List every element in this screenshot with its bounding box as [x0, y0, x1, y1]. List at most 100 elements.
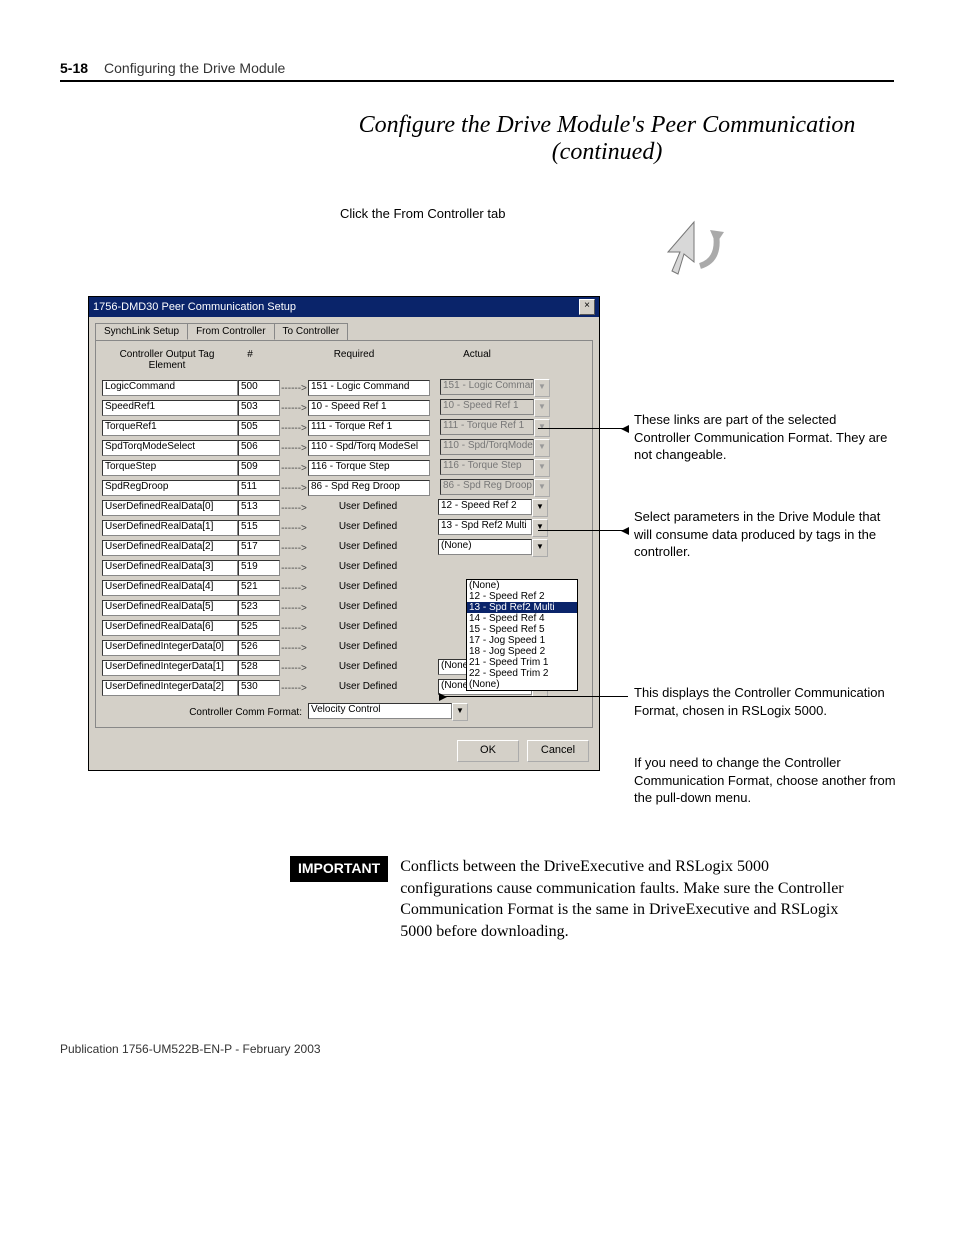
- tag-field: TorqueStep: [102, 460, 238, 476]
- chevron-down-icon: ▼: [534, 399, 550, 417]
- chevron-down-icon[interactable]: ▼: [452, 703, 468, 721]
- chevron-down-icon[interactable]: ▼: [532, 539, 548, 557]
- tag-field: UserDefinedIntegerData[1]: [102, 660, 238, 676]
- arrow-icon: ------>: [280, 643, 308, 654]
- dropdown-option[interactable]: 18 - Jog Speed 2: [467, 646, 577, 657]
- dropdown-option[interactable]: 14 - Speed Ref 4: [467, 613, 577, 624]
- cursor-illustration: [664, 216, 734, 296]
- important-block: IMPORTANT Conflicts between the DriveExe…: [290, 856, 860, 942]
- tab-to-controller[interactable]: To Controller: [274, 323, 349, 340]
- tab-from-controller[interactable]: From Controller: [187, 323, 274, 340]
- tag-field: LogicCommand: [102, 380, 238, 396]
- tag-field: UserDefinedRealData[3]: [102, 560, 238, 576]
- param-row: TorqueStep509------>116 - Torque Step116…: [102, 459, 586, 477]
- arrow-icon: ------>: [280, 603, 308, 614]
- param-row: UserDefinedRealData[1]515------>User Def…: [102, 519, 586, 537]
- arrow-icon: ------>: [280, 483, 308, 494]
- actual-select: 116 - Torque Step: [440, 459, 534, 475]
- actual-select: 111 - Torque Ref 1: [440, 419, 534, 435]
- required-field: User Defined: [308, 561, 428, 575]
- arrow-icon: ------>: [280, 503, 308, 514]
- arrow-icon: ------>: [280, 423, 308, 434]
- num-field: 528: [238, 660, 280, 676]
- tag-field: UserDefinedIntegerData[2]: [102, 680, 238, 696]
- tag-field: UserDefinedRealData[0]: [102, 500, 238, 516]
- important-text: Conflicts between the DriveExecutive and…: [400, 856, 860, 942]
- actual-select: 151 - Logic Command: [440, 379, 534, 395]
- actual-select: 110 - Spd/TorqModeSe: [440, 439, 534, 455]
- required-field: User Defined: [308, 601, 428, 615]
- required-field: 116 - Torque Step: [308, 460, 430, 476]
- arrow-icon: ------>: [280, 663, 308, 674]
- arrow-icon: ------>: [280, 583, 308, 594]
- annotation-locked-links: These links are part of the selected Con…: [634, 411, 894, 464]
- important-label: IMPORTANT: [290, 856, 388, 882]
- cancel-button[interactable]: Cancel: [527, 740, 589, 762]
- param-row: TorqueRef1505------>111 - Torque Ref 111…: [102, 419, 586, 437]
- param-row: UserDefinedRealData[2]517------>User Def…: [102, 539, 586, 557]
- required-field: User Defined: [308, 681, 428, 695]
- col-required: Required: [296, 349, 412, 371]
- arrow-icon: ------>: [280, 683, 308, 694]
- required-field: User Defined: [308, 581, 428, 595]
- param-row: SpdRegDroop511------>86 - Spd Reg Droop8…: [102, 479, 586, 497]
- dropdown-option[interactable]: 13 - Spd Ref2 Multi: [467, 602, 577, 613]
- annotation-ccf-change: If you need to change the Controller Com…: [634, 754, 914, 807]
- actual-select[interactable]: (None): [438, 539, 532, 555]
- num-field: 525: [238, 620, 280, 636]
- dropdown-option[interactable]: (None): [467, 580, 577, 591]
- dropdown-option[interactable]: (None): [467, 679, 577, 690]
- param-row: SpeedRef1503------>10 - Speed Ref 110 - …: [102, 399, 586, 417]
- required-field: User Defined: [308, 641, 428, 655]
- param-row: LogicCommand500------>151 - Logic Comman…: [102, 379, 586, 397]
- num-field: 500: [238, 380, 280, 396]
- required-field: User Defined: [308, 661, 428, 675]
- chapter-title: Configuring the Drive Module: [104, 60, 285, 76]
- tab-strip: SynchLink Setup From Controller To Contr…: [95, 323, 593, 340]
- arrow-icon: ------>: [280, 543, 308, 554]
- col-actual: Actual: [422, 349, 532, 371]
- actual-select[interactable]: 13 - Spd Ref2 Multi: [438, 519, 532, 535]
- arrow-icon: ------>: [280, 563, 308, 574]
- tag-field: SpdTorqModeSelect: [102, 440, 238, 456]
- num-field: 505: [238, 420, 280, 436]
- param-row: UserDefinedRealData[3]519------>User Def…: [102, 559, 586, 577]
- figure-area: Click the From Controller tab 1756-DMD30…: [60, 206, 894, 826]
- col-num: #: [232, 349, 268, 371]
- dialog-title: 1756-DMD30 Peer Communication Setup: [93, 301, 296, 313]
- tag-field: UserDefinedRealData[4]: [102, 580, 238, 596]
- dropdown-option[interactable]: 17 - Jog Speed 1: [467, 635, 577, 646]
- actual-select: 10 - Speed Ref 1: [440, 399, 534, 415]
- dropdown-option[interactable]: 22 - Speed Trim 2: [467, 668, 577, 679]
- actual-dropdown-list[interactable]: (None)12 - Speed Ref 213 - Spd Ref2 Mult…: [466, 579, 578, 691]
- tag-field: UserDefinedRealData[2]: [102, 540, 238, 556]
- dropdown-option[interactable]: 12 - Speed Ref 2: [467, 591, 577, 602]
- page-number: 5-18: [60, 60, 88, 76]
- tag-field: SpeedRef1: [102, 400, 238, 416]
- arrow-icon: ------>: [280, 623, 308, 634]
- dropdown-option[interactable]: 15 - Speed Ref 5: [467, 624, 577, 635]
- callout-tab: Click the From Controller tab: [340, 206, 505, 223]
- num-field: 511: [238, 480, 280, 496]
- ccf-select[interactable]: Velocity Control: [308, 703, 452, 719]
- tag-field: SpdRegDroop: [102, 480, 238, 496]
- tab-synchlink[interactable]: SynchLink Setup: [95, 323, 188, 340]
- chevron-down-icon[interactable]: ▼: [532, 499, 548, 517]
- close-icon[interactable]: ×: [579, 299, 595, 315]
- required-field: 110 - Spd/Torq ModeSel: [308, 440, 430, 456]
- actual-select[interactable]: 12 - Speed Ref 2: [438, 499, 532, 515]
- publication-footer: Publication 1756-UM522B-EN-P - February …: [60, 1042, 894, 1056]
- num-field: 509: [238, 460, 280, 476]
- required-field: User Defined: [308, 541, 428, 555]
- actual-select: 86 - Spd Reg Droop: [440, 479, 534, 495]
- chevron-down-icon: ▼: [534, 439, 550, 457]
- annotation-ccf-display: This displays the Controller Communicati…: [634, 684, 904, 719]
- dropdown-option[interactable]: 21 - Speed Trim 1: [467, 657, 577, 668]
- ok-button[interactable]: OK: [457, 740, 519, 762]
- peer-comm-dialog: 1756-DMD30 Peer Communication Setup × Sy…: [88, 296, 600, 771]
- param-row: SpdTorqModeSelect506------>110 - Spd/Tor…: [102, 439, 586, 457]
- num-field: 517: [238, 540, 280, 556]
- arrow-icon: ------>: [280, 403, 308, 414]
- num-field: 519: [238, 560, 280, 576]
- chevron-down-icon[interactable]: ▼: [532, 519, 548, 537]
